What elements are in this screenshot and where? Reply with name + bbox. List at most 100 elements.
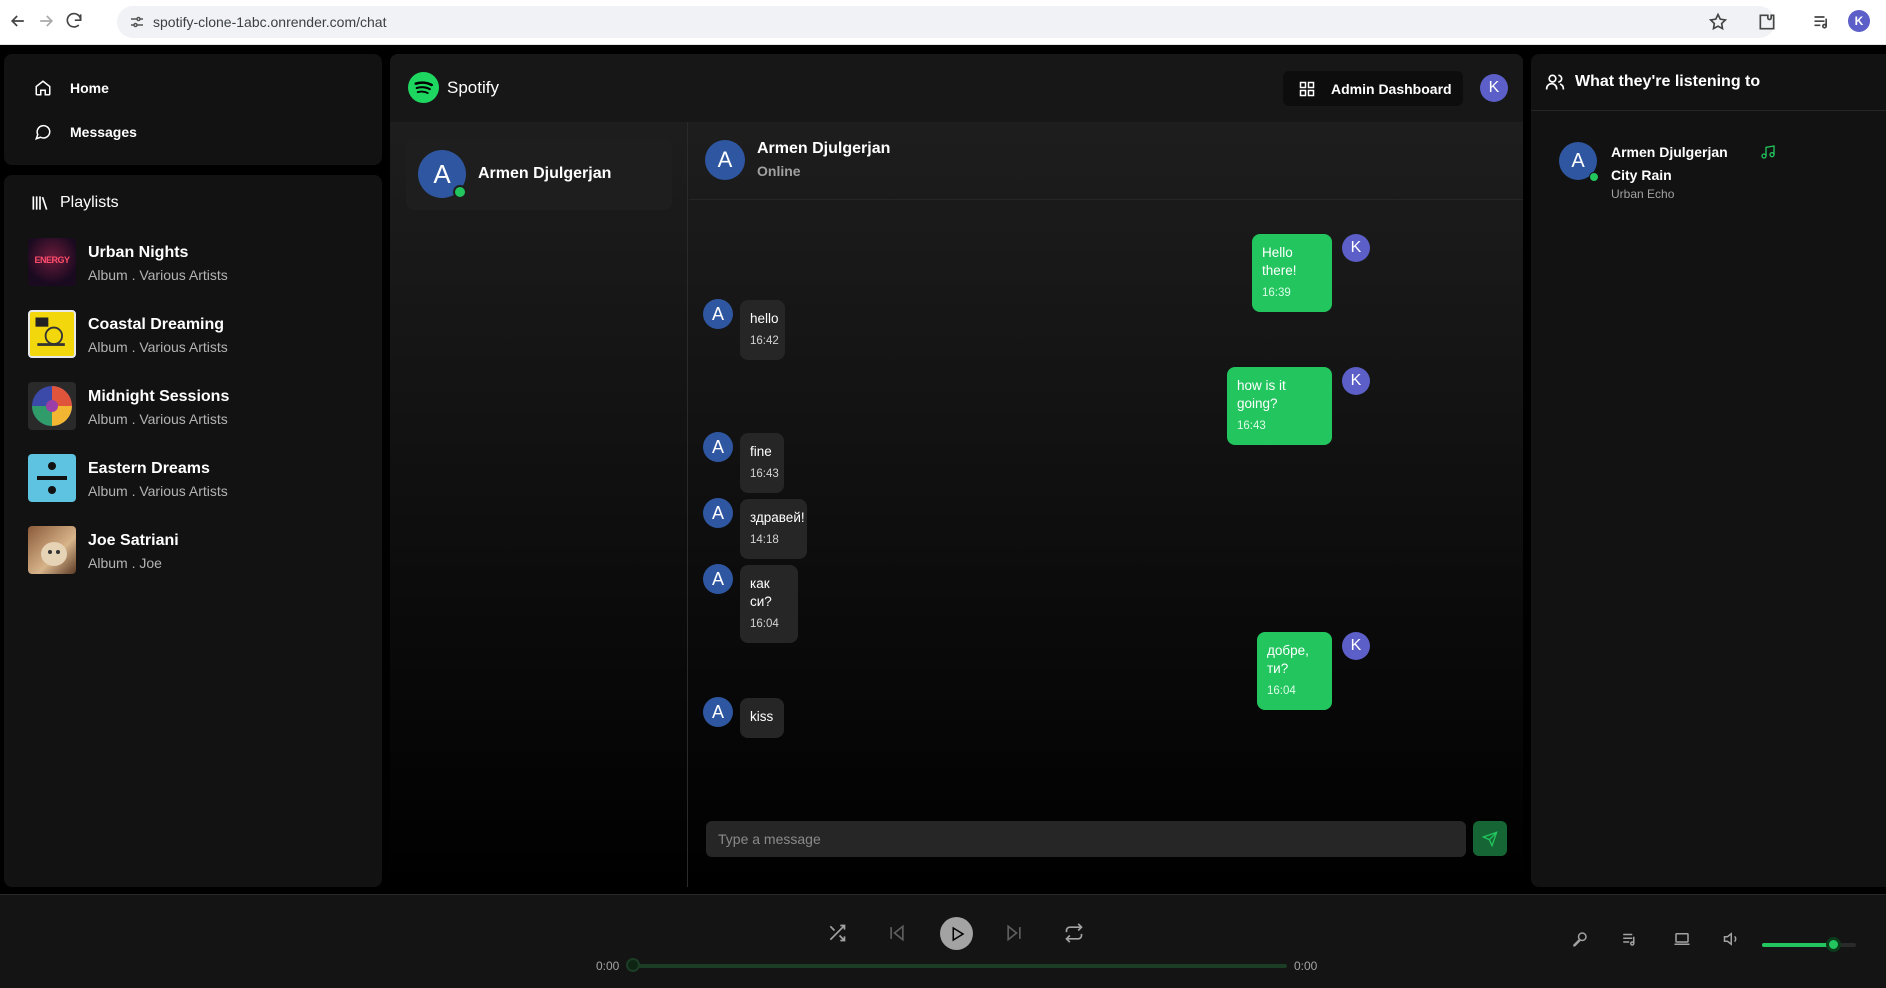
message-bubble: kiss (740, 698, 784, 738)
library-title: Playlists (60, 194, 119, 211)
message-time: 16:39 (1262, 287, 1291, 299)
online-indicator (1589, 172, 1599, 182)
send-button[interactable] (1473, 821, 1507, 856)
forward-arrow-icon[interactable] (36, 11, 56, 31)
skip-forward-icon[interactable] (1004, 923, 1026, 945)
message-input-wrapper (706, 821, 1466, 857)
avatar: A (705, 140, 745, 180)
home-icon (34, 79, 52, 97)
playlist-title: Urban Nights (88, 244, 189, 261)
friend-artist: Urban Echo (1611, 187, 1675, 201)
friends-activity-header: What they're listening to (1545, 72, 1760, 92)
message-bubble: добре, ти? 16:04 (1257, 632, 1332, 710)
media-queue-icon[interactable] (1812, 12, 1832, 32)
avatar: K (1342, 632, 1370, 660)
browser-toolbar: spotify-clone-1abc.onrender.com/chat K (0, 0, 1886, 45)
playlist-item[interactable]: Eastern Dreams Album . Various Artists (28, 454, 368, 504)
message-list: K Hello there! 16:39 A hello 16:42 K how… (689, 201, 1523, 806)
reload-icon[interactable] (64, 11, 84, 31)
playlist-title: Midnight Sessions (88, 388, 230, 405)
playlist-item[interactable]: ENERGY Urban Nights Album . Various Arti… (28, 238, 368, 288)
chat-header: A Armen Djulgerjan Online (689, 122, 1523, 200)
cover-text: ENERGY (34, 255, 70, 265)
play-button[interactable] (940, 917, 973, 950)
playlist-item[interactable]: Midnight Sessions Album . Various Artist… (28, 382, 368, 432)
user-name: Armen Djulgerjan (478, 165, 612, 182)
message-bubble: fine 16:43 (740, 433, 784, 493)
playlist-item[interactable]: Joe Satriani Album . Joe (28, 526, 368, 576)
avatar: A (703, 564, 733, 594)
browser-profile-avatar[interactable]: K (1848, 10, 1870, 32)
message-text: how is it going? (1237, 378, 1286, 411)
progress-bar[interactable] (630, 964, 1287, 968)
playlist-subtitle: Album . Various Artists (88, 267, 228, 283)
users-icon (1545, 72, 1565, 92)
chat-page: Spotify Admin Dashboard K A Armen Djulge… (390, 54, 1523, 887)
message-time: 16:42 (750, 335, 779, 347)
volume-fill (1762, 943, 1833, 947)
friends-activity-panel: What they're listening to A Armen Djulge… (1531, 54, 1886, 887)
queue-icon[interactable] (1621, 930, 1639, 948)
message-bubble: как си? 16:04 (740, 565, 798, 643)
message-time: 16:43 (750, 468, 779, 480)
library-panel: Playlists ENERGY Urban Nights Album . Va… (4, 175, 382, 887)
microphone-icon[interactable] (1571, 930, 1589, 948)
message-text: как си? (750, 576, 772, 609)
volume-icon[interactable] (1723, 930, 1741, 948)
user-list-item[interactable]: A Armen Djulgerjan (406, 138, 672, 210)
message-time: 16:04 (1267, 685, 1296, 697)
device-laptop-icon[interactable] (1673, 930, 1691, 948)
repeat-icon[interactable] (1064, 923, 1086, 945)
divider (1531, 110, 1886, 111)
volume-slider[interactable] (1762, 943, 1856, 947)
top-bar: Spotify Admin Dashboard K (390, 54, 1523, 122)
player-bar: 0:00 0:00 (0, 894, 1886, 988)
brand-logo[interactable]: Spotify (408, 72, 499, 103)
message-time: 16:43 (1237, 420, 1266, 432)
avatar: A (703, 299, 733, 329)
chat-user-name: Armen Djulgerjan (757, 140, 891, 157)
message-text: Hello there! (1262, 245, 1297, 278)
playlist-item[interactable]: Coastal Dreaming Album . Various Artists (28, 310, 368, 360)
online-indicator (453, 185, 467, 199)
playlist-subtitle: Album . Various Artists (88, 411, 228, 427)
shuffle-icon[interactable] (827, 923, 849, 945)
friend-activity-item[interactable]: A Armen Djulgerjan City Rain Urban Echo (1559, 140, 1859, 201)
play-icon (948, 925, 966, 943)
progress-handle[interactable] (626, 958, 640, 972)
message-bubble: hello 16:42 (740, 300, 785, 360)
nav-home[interactable]: Home (34, 76, 109, 100)
nav-home-label: Home (70, 80, 109, 96)
message-bubble: Hello there! 16:39 (1252, 234, 1332, 312)
message-text: hello (750, 311, 779, 326)
back-arrow-icon[interactable] (8, 11, 28, 31)
nav-messages-label: Messages (70, 124, 137, 140)
chat-user-status: Online (757, 163, 801, 179)
message-text: fine (750, 444, 772, 459)
volume-handle[interactable] (1825, 937, 1841, 952)
address-bar[interactable]: spotify-clone-1abc.onrender.com/chat (117, 6, 1775, 38)
message-input[interactable] (706, 821, 1466, 857)
avatar: K (1342, 367, 1370, 395)
url-text: spotify-clone-1abc.onrender.com/chat (153, 14, 387, 30)
message-bubble: how is it going? 16:43 (1227, 367, 1332, 445)
user-avatar[interactable]: K (1480, 74, 1508, 102)
users-list: A Armen Djulgerjan (390, 122, 688, 887)
current-time: 0:00 (596, 959, 620, 973)
playlist-title: Coastal Dreaming (88, 316, 225, 333)
send-icon (1482, 830, 1498, 847)
message-text: здравей! (750, 510, 805, 525)
admin-dashboard-button[interactable]: Admin Dashboard (1283, 71, 1463, 106)
playlist-cover (28, 454, 76, 502)
skip-back-icon[interactable] (887, 923, 909, 945)
playlist-cover (28, 382, 76, 430)
music-note-icon (1760, 144, 1776, 160)
message-circle-icon (34, 123, 52, 141)
bookmark-star-icon[interactable] (1708, 12, 1728, 32)
message-text: kiss (750, 709, 774, 724)
extensions-icon[interactable] (1757, 12, 1777, 32)
main-nav: Home Messages (4, 54, 382, 165)
nav-messages[interactable]: Messages (34, 120, 137, 144)
brand-name: Spotify (447, 77, 499, 97)
site-settings-icon[interactable] (129, 14, 145, 30)
